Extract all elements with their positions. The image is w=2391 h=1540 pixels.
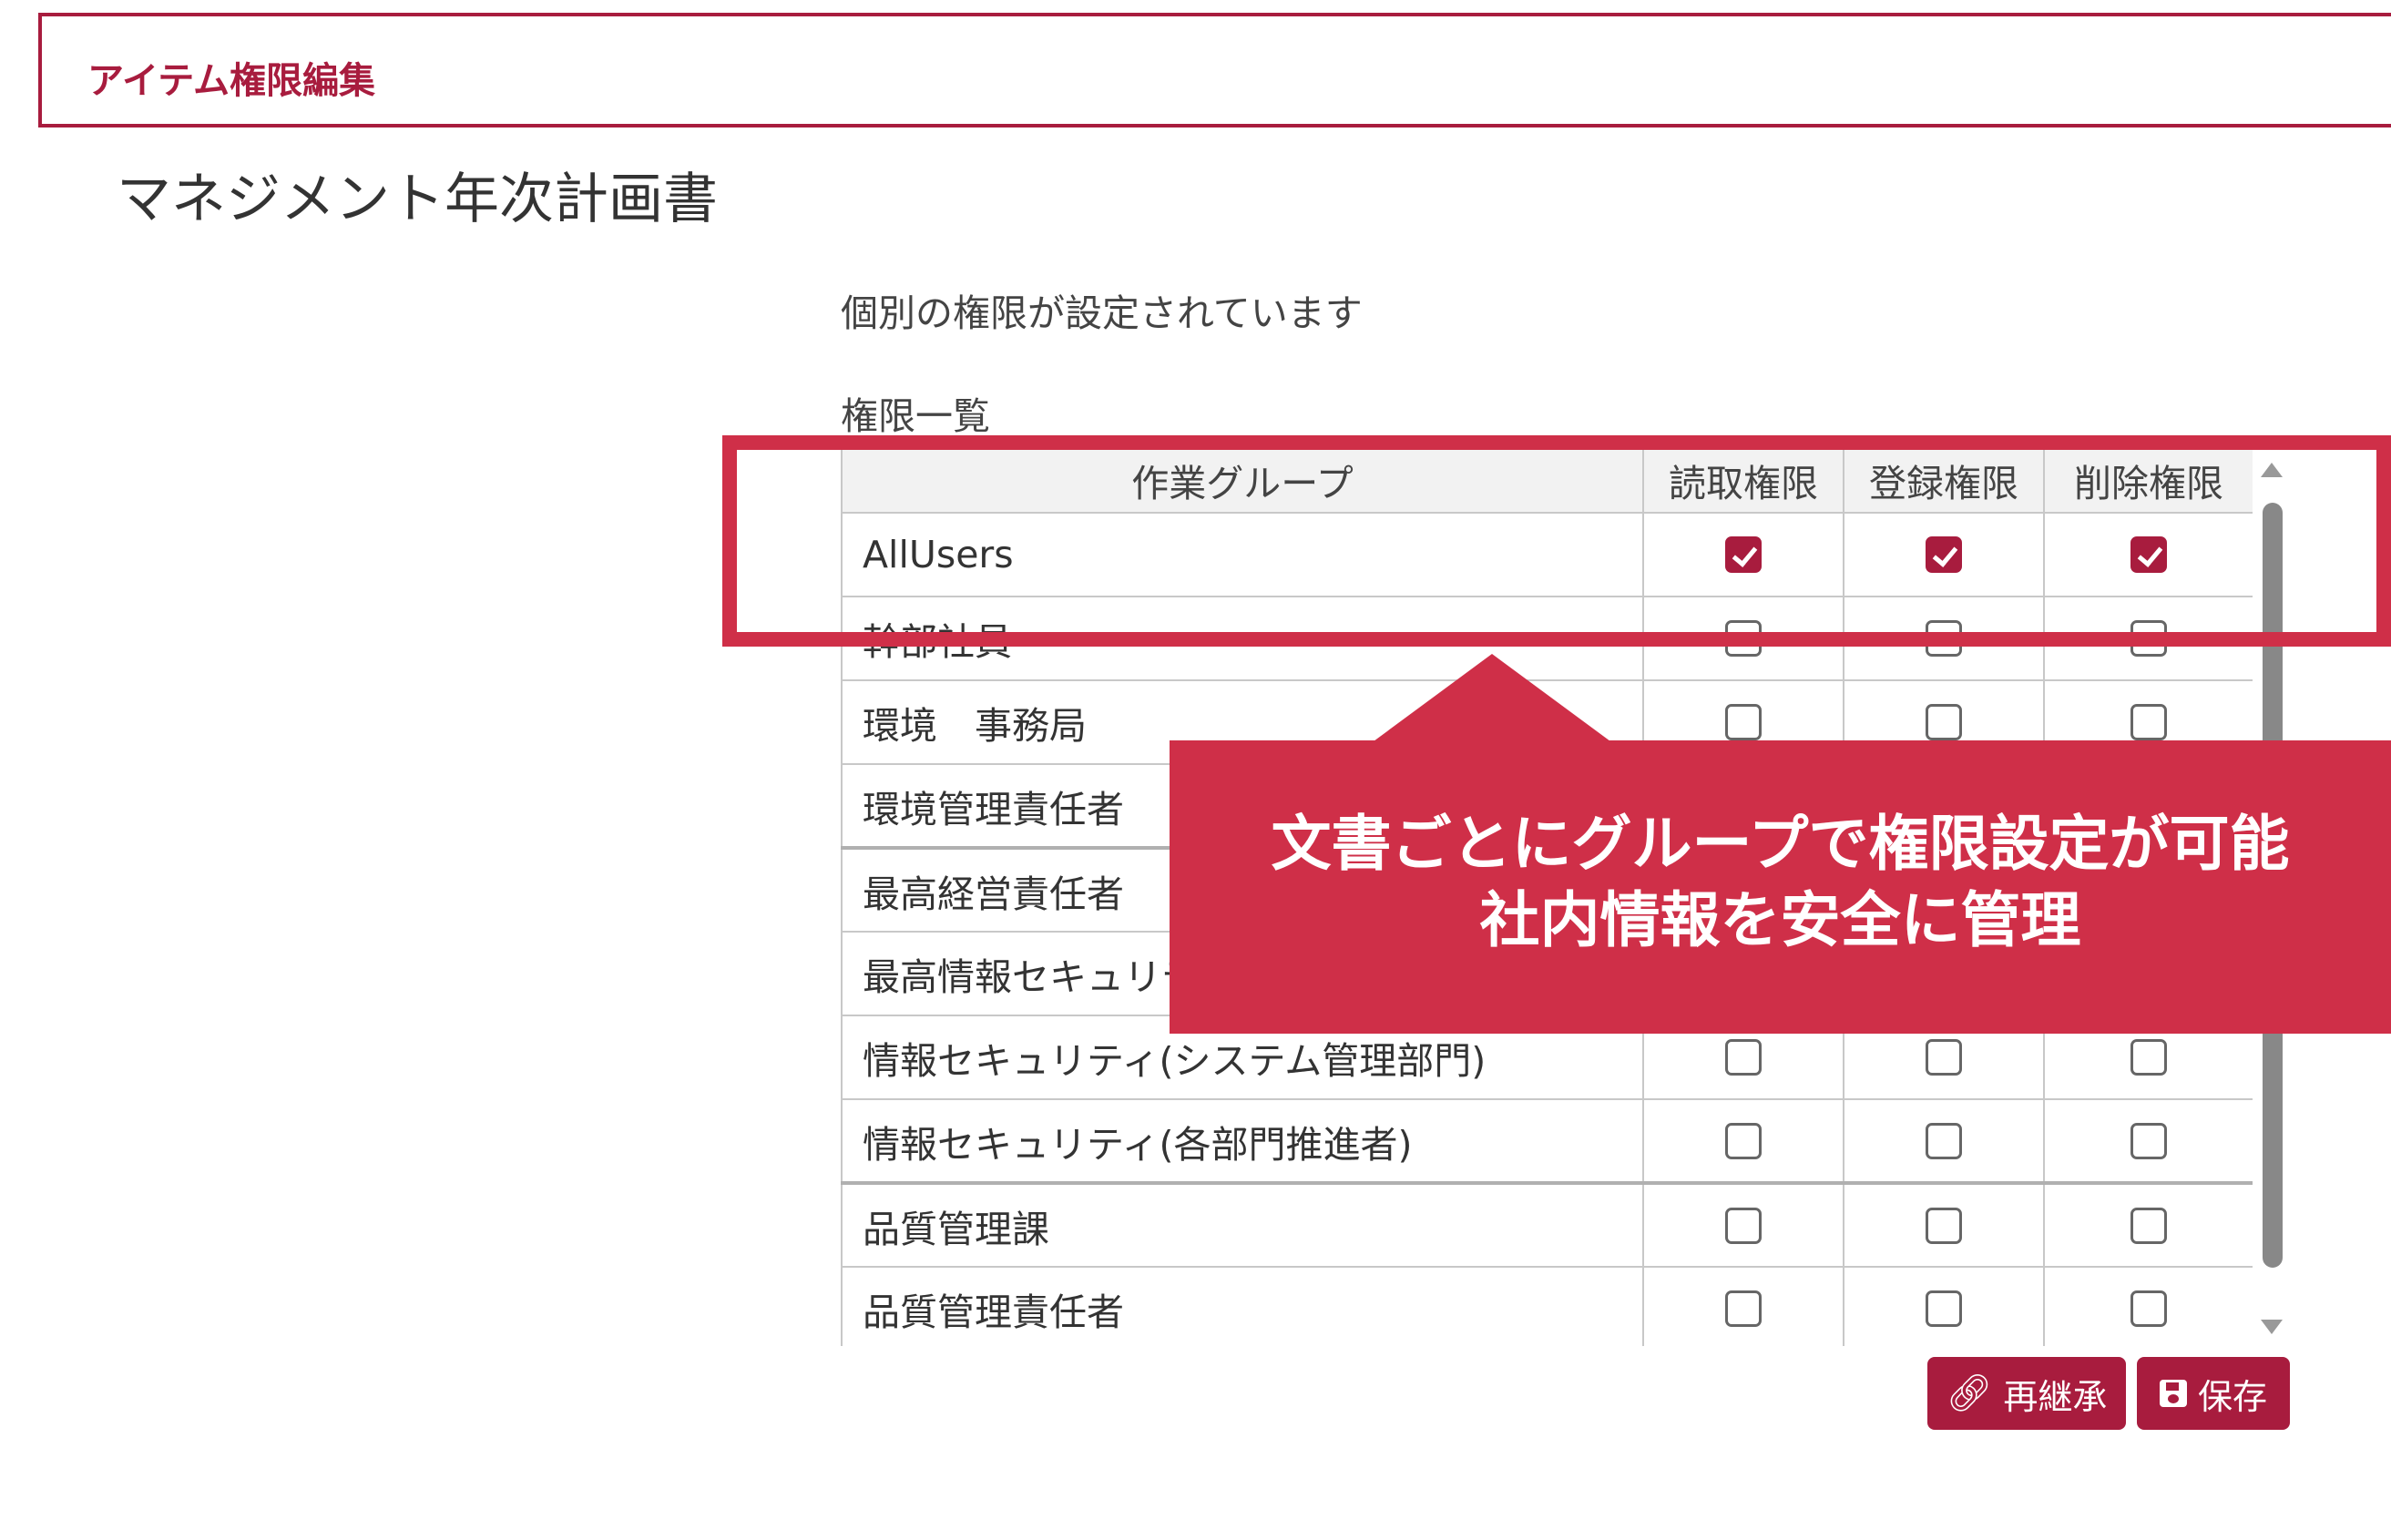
column-header-group: 作業グループ	[841, 446, 1644, 514]
scroll-up-arrow-icon[interactable]	[2261, 463, 2283, 477]
write-permission-checkbox[interactable]	[1926, 620, 1962, 657]
group-name-cell: AllUsers	[841, 512, 1644, 597]
write-permission-checkbox[interactable]	[1926, 1290, 1962, 1327]
read-permission-checkbox[interactable]	[1725, 1122, 1762, 1159]
write-permission-cell	[1843, 596, 2045, 681]
table-row: 品質管理責任者	[841, 1266, 2253, 1346]
write-permission-checkbox[interactable]	[1926, 1122, 1962, 1159]
save-icon	[2159, 1380, 2187, 1407]
callout-line-1: 文書ごとにグループで権限設定が可能	[1271, 809, 2290, 879]
column-header-write: 登録権限	[1843, 446, 2045, 514]
permission-list-label: 権限一覧	[841, 394, 990, 438]
table-row: AllUsers	[841, 512, 2253, 597]
page-header: アイテム権限編集	[38, 13, 2391, 127]
read-permission-cell	[1642, 596, 1844, 681]
delete-permission-checkbox[interactable]	[2130, 1207, 2167, 1244]
group-name-cell: 品質管理課	[841, 1181, 1644, 1268]
write-permission-cell	[1843, 1266, 2045, 1346]
table-header-row: 作業グループ 読取権限 登録権限 削除権限	[841, 446, 2253, 514]
delete-permission-cell	[2043, 1098, 2253, 1184]
delete-permission-checkbox[interactable]	[2130, 620, 2167, 657]
write-permission-cell	[1843, 512, 2045, 597]
delete-permission-checkbox[interactable]	[2130, 1039, 2167, 1076]
read-permission-cell	[1642, 1181, 1844, 1268]
write-permission-checkbox[interactable]	[1926, 704, 1962, 740]
save-button-label: 保存	[2197, 1376, 2267, 1417]
read-permission-checkbox[interactable]	[1725, 536, 1762, 573]
document-title: マネジメント年次計画書	[117, 168, 718, 231]
column-header-read: 読取権限	[1642, 446, 1844, 514]
write-permission-cell	[1843, 1098, 2045, 1184]
delete-permission-cell	[2043, 1181, 2253, 1268]
delete-permission-checkbox[interactable]	[2130, 704, 2167, 740]
delete-permission-checkbox[interactable]	[2130, 536, 2167, 573]
read-permission-checkbox[interactable]	[1725, 1290, 1762, 1327]
reinherit-button-label: 再継承	[2003, 1376, 2108, 1417]
scroll-down-arrow-icon[interactable]	[2261, 1320, 2283, 1334]
write-permission-checkbox[interactable]	[1926, 1207, 1962, 1244]
delete-permission-cell	[2043, 512, 2253, 597]
read-permission-checkbox[interactable]	[1725, 1039, 1762, 1076]
read-permission-checkbox[interactable]	[1725, 704, 1762, 740]
read-permission-cell	[1642, 1098, 1844, 1184]
column-header-delete: 削除権限	[2043, 446, 2253, 514]
page-title: アイテム権限編集	[87, 60, 375, 102]
reinherit-button[interactable]: 🔗︎ 再継承	[1927, 1357, 2126, 1430]
delete-permission-cell	[2043, 1266, 2253, 1346]
read-permission-cell	[1642, 1266, 1844, 1346]
read-permission-checkbox[interactable]	[1725, 620, 1762, 657]
callout-line-2: 社内情報を安全に管理	[1479, 885, 2081, 955]
link-icon: 🔗︎	[1946, 1372, 1993, 1414]
table-row: 情報セキュリティ(各部門推進者)	[841, 1098, 2253, 1184]
permission-status-text: 個別の権限が設定されています	[841, 291, 1363, 335]
delete-permission-cell	[2043, 596, 2253, 681]
group-name-cell: 品質管理責任者	[841, 1266, 1644, 1346]
callout-pointer	[1374, 654, 1610, 741]
read-permission-cell	[1642, 512, 1844, 597]
callout-banner: 文書ごとにグループで権限設定が可能 社内情報を安全に管理	[1170, 740, 2391, 1034]
write-permission-checkbox[interactable]	[1926, 536, 1962, 573]
table-row: 品質管理課	[841, 1181, 2253, 1268]
read-permission-checkbox[interactable]	[1725, 1207, 1762, 1244]
write-permission-cell	[1843, 1181, 2045, 1268]
save-button[interactable]: 保存	[2137, 1357, 2290, 1430]
delete-permission-checkbox[interactable]	[2130, 1290, 2167, 1327]
delete-permission-checkbox[interactable]	[2130, 1122, 2167, 1159]
write-permission-checkbox[interactable]	[1926, 1039, 1962, 1076]
group-name-cell: 情報セキュリティ(各部門推進者)	[841, 1098, 1644, 1184]
